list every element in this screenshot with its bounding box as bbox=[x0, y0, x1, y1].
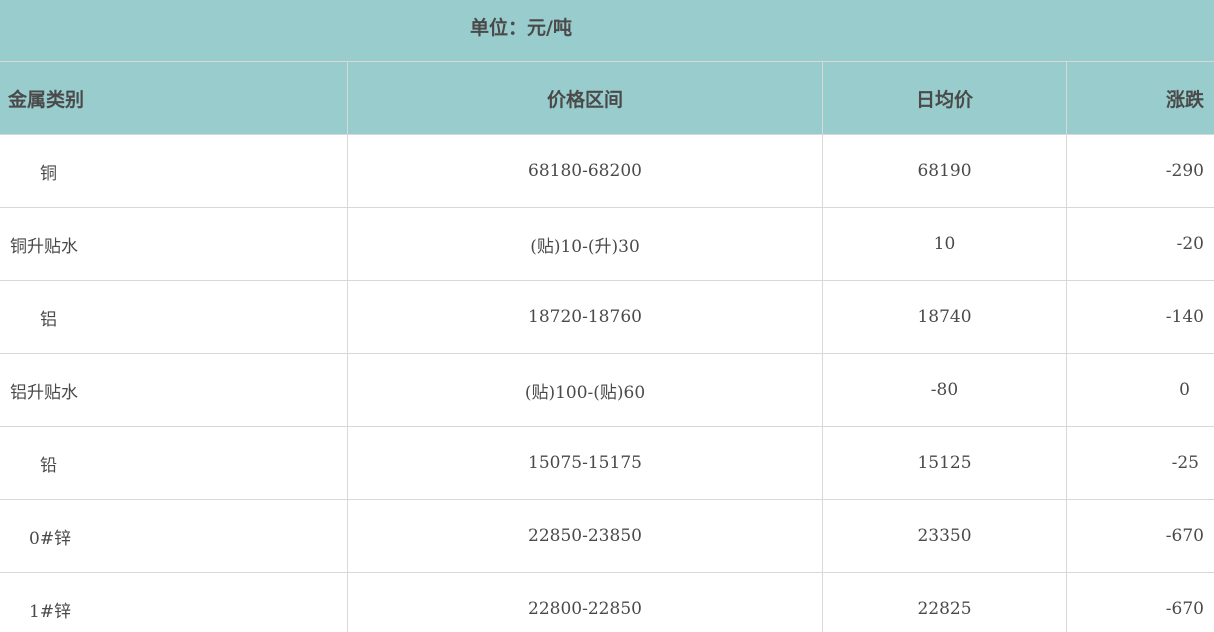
daily-average: 18740 bbox=[823, 281, 1067, 353]
table-row: 铝 18720-18760 18740 -140 bbox=[0, 281, 1214, 354]
daily-average: -80 bbox=[823, 354, 1067, 426]
metal-name: 0#锌 bbox=[0, 500, 348, 572]
price-range: (贴)10-(升)30 bbox=[348, 208, 823, 280]
metal-name: 1#锌 bbox=[0, 573, 348, 632]
metal-name: 铝 bbox=[0, 281, 348, 353]
header-metal-category: 金属类别 bbox=[0, 62, 348, 134]
table-header-row: 金属类别 价格区间 日均价 涨跌 bbox=[0, 62, 1214, 135]
table-row: 铝升贴水 (贴)100-(贴)60 -80 0 bbox=[0, 354, 1214, 427]
unit-label: 单位：元/吨 bbox=[470, 17, 572, 39]
metal-name: 铅 bbox=[0, 427, 348, 499]
metal-name: 铝升贴水 bbox=[0, 354, 348, 426]
table-row: 铅 15075-15175 15125 -25 bbox=[0, 427, 1214, 500]
price-change: -670 bbox=[1165, 599, 1204, 619]
table-row: 铜 68180-68200 68190 -290 bbox=[0, 135, 1214, 208]
daily-average: 22825 bbox=[823, 573, 1067, 632]
price-table: 单位：元/吨 金属类别 价格区间 日均价 涨跌 铜 68180-68200 68… bbox=[0, 0, 1214, 632]
price-change: 0 bbox=[1179, 380, 1190, 400]
price-range: (贴)100-(贴)60 bbox=[348, 354, 823, 426]
price-range: 15075-15175 bbox=[348, 427, 823, 499]
daily-average: 15125 bbox=[823, 427, 1067, 499]
price-change: -25 bbox=[1171, 453, 1199, 473]
daily-average: 68190 bbox=[823, 135, 1067, 207]
header-daily-average: 日均价 bbox=[823, 62, 1067, 134]
price-change: -290 bbox=[1165, 161, 1204, 181]
price-range: 68180-68200 bbox=[348, 135, 823, 207]
table-row: 铜升贴水 (贴)10-(升)30 10 -20 bbox=[0, 208, 1214, 281]
header-change: 涨跌 bbox=[1165, 88, 1204, 111]
price-range: 22800-22850 bbox=[348, 573, 823, 632]
unit-bar: 单位：元/吨 bbox=[0, 0, 1214, 62]
header-price-range: 价格区间 bbox=[348, 62, 823, 134]
price-change: -20 bbox=[1176, 234, 1204, 254]
price-range: 22850-23850 bbox=[348, 500, 823, 572]
daily-average: 10 bbox=[823, 208, 1067, 280]
price-change: -140 bbox=[1165, 307, 1204, 327]
daily-average: 23350 bbox=[823, 500, 1067, 572]
metal-name: 铜 bbox=[0, 135, 348, 207]
table-row: 0#锌 22850-23850 23350 -670 bbox=[0, 500, 1214, 573]
metal-name: 铜升贴水 bbox=[0, 208, 348, 280]
price-change: -670 bbox=[1165, 526, 1204, 546]
price-range: 18720-18760 bbox=[348, 281, 823, 353]
table-row: 1#锌 22800-22850 22825 -670 bbox=[0, 573, 1214, 632]
